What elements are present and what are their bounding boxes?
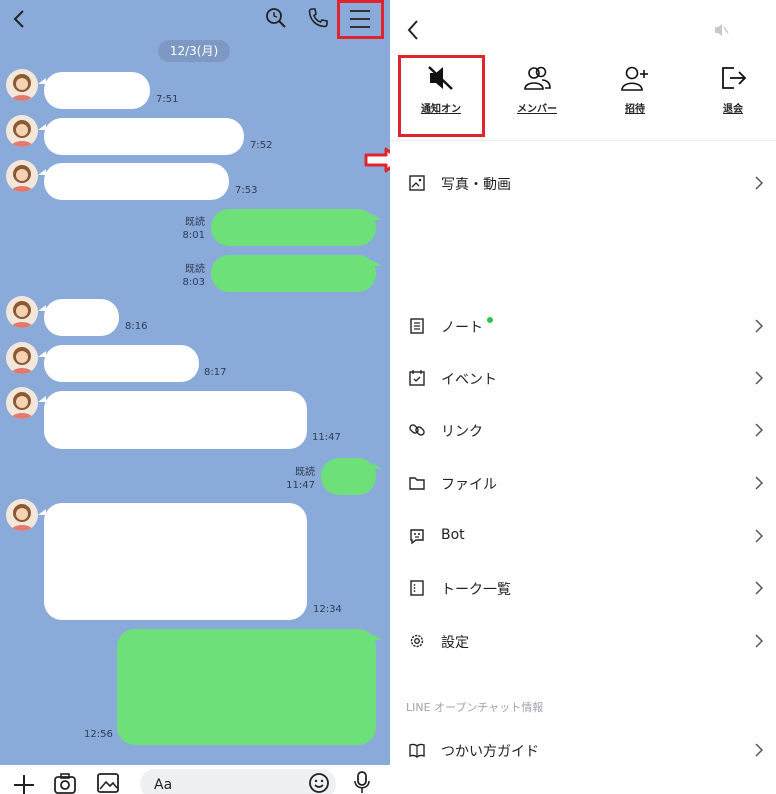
chevron-right-icon: [755, 743, 764, 757]
section-label: LINE オープンチャット情報: [406, 701, 544, 714]
menu-item-note[interactable]: ノート: [390, 306, 776, 346]
message-read-receipt: 既読 11:47: [286, 467, 315, 491]
image-icon[interactable]: [96, 771, 120, 794]
new-badge: [487, 317, 493, 323]
message-bubble-outgoing[interactable]: [211, 209, 376, 246]
chat-menu-panel: 通知オン メンバー 招待 退会 写真・動画 ノート イベント リンク ファイル …: [390, 0, 776, 794]
speaker-mute-icon: [715, 24, 729, 36]
menu-item-label: ノート: [441, 320, 483, 336]
message-time: 12:56: [84, 729, 113, 740]
avatar[interactable]: [6, 160, 38, 192]
menu-item-bot[interactable]: Bot: [390, 516, 776, 556]
menu-item-talk-list[interactable]: トーク一覧: [390, 568, 776, 608]
message-time: 8:16: [125, 321, 148, 332]
avatar[interactable]: [6, 342, 38, 374]
avatar[interactable]: [6, 115, 38, 147]
exit-icon: [722, 67, 747, 89]
message-time: 7:52: [250, 140, 273, 151]
hamburger-menu-icon[interactable]: [347, 7, 373, 31]
message-input-placeholder: Aa: [154, 777, 173, 793]
message-read-receipt: 既読 8:01: [182, 217, 205, 241]
menu-item-label: つかい方ガイド: [441, 744, 539, 760]
menu-item-label: トーク一覧: [441, 582, 511, 598]
avatar[interactable]: [6, 296, 38, 328]
bot-icon: [410, 529, 424, 545]
menu-item-label: イベント: [441, 372, 497, 388]
message-input[interactable]: Aa: [140, 769, 336, 794]
message-bubble-incoming[interactable]: [44, 299, 119, 336]
notification-on-label: 通知オン: [421, 104, 461, 115]
search-icon[interactable]: [264, 6, 288, 30]
chevron-right-icon: [755, 529, 764, 543]
date-separator: 12/3(月): [158, 40, 230, 62]
leave-label: 退会: [723, 104, 743, 115]
message-bubble-incoming[interactable]: [44, 163, 229, 200]
microphone-icon[interactable]: [352, 770, 372, 794]
avatar[interactable]: [6, 69, 38, 101]
divider: [390, 140, 776, 141]
message-time: 11:47: [312, 432, 341, 443]
message-bubble-incoming[interactable]: [44, 72, 150, 109]
calendar-icon: [409, 370, 425, 386]
chat-screen: 12/3(月) 7:51 7:52 7:53 既読 8:01 既読 8:03 8…: [0, 0, 390, 794]
chevron-right-icon: [755, 581, 764, 595]
link-icon: [409, 424, 425, 436]
members-button[interactable]: メンバー: [502, 64, 572, 115]
menu-item-photos-videos[interactable]: 写真・動画: [390, 163, 776, 203]
message-time: 8:17: [204, 367, 227, 378]
message-input-bar: Aa: [0, 765, 390, 794]
message-time: 12:34: [313, 604, 342, 615]
note-icon: [410, 318, 424, 334]
message-bubble-outgoing[interactable]: [321, 458, 376, 495]
notification-on-button[interactable]: 通知オン: [406, 64, 476, 115]
chevron-right-icon: [755, 319, 764, 333]
menu-item-label: 設定: [441, 635, 469, 651]
menu-item-file[interactable]: ファイル: [390, 463, 776, 503]
invite-label: 招待: [625, 104, 645, 115]
chevron-right-icon: [755, 476, 764, 490]
talk-list-icon: [410, 580, 424, 596]
photo-icon: [409, 175, 425, 191]
invite-button[interactable]: 招待: [600, 64, 670, 115]
members-icon: [524, 66, 551, 90]
message-bubble-incoming[interactable]: [44, 118, 244, 155]
message-time: 7:51: [156, 94, 179, 105]
menu-item-label: ファイル: [441, 477, 497, 493]
menu-item-settings[interactable]: 設定: [390, 621, 776, 661]
add-friend-icon: [621, 66, 648, 91]
chevron-right-icon: [755, 176, 764, 190]
message-bubble-incoming[interactable]: [44, 503, 307, 620]
chevron-left-icon[interactable]: [10, 8, 28, 30]
chevron-right-icon: [755, 634, 764, 648]
gear-icon: [410, 634, 424, 648]
message-read-receipt: 既読 8:03: [182, 264, 205, 288]
folder-icon: [409, 477, 425, 490]
menu-item-link[interactable]: リンク: [390, 410, 776, 450]
camera-icon[interactable]: [53, 771, 77, 794]
chevron-right-icon: [755, 371, 764, 385]
emoji-icon[interactable]: [308, 772, 330, 794]
chevron-left-icon[interactable]: [404, 18, 422, 42]
speaker-mute-icon: [428, 66, 453, 90]
message-bubble-outgoing[interactable]: [117, 629, 376, 745]
phone-icon[interactable]: [306, 6, 330, 30]
book-icon: [409, 743, 425, 758]
plus-icon[interactable]: [12, 773, 36, 794]
menu-item-event[interactable]: イベント: [390, 358, 776, 398]
members-label: メンバー: [517, 104, 557, 115]
avatar[interactable]: [6, 499, 38, 531]
menu-item-label: リンク: [441, 424, 483, 440]
message-bubble-outgoing[interactable]: [211, 255, 376, 292]
message-time: 7:53: [235, 185, 258, 196]
menu-item-label: Bot: [441, 527, 465, 543]
menu-item-label: 写真・動画: [441, 177, 511, 193]
leave-button[interactable]: 退会: [698, 64, 768, 115]
avatar[interactable]: [6, 387, 38, 419]
menu-item-guide[interactable]: つかい方ガイド: [390, 730, 776, 770]
chevron-right-icon: [755, 423, 764, 437]
message-bubble-incoming[interactable]: [44, 391, 307, 449]
message-bubble-incoming[interactable]: [44, 345, 199, 382]
